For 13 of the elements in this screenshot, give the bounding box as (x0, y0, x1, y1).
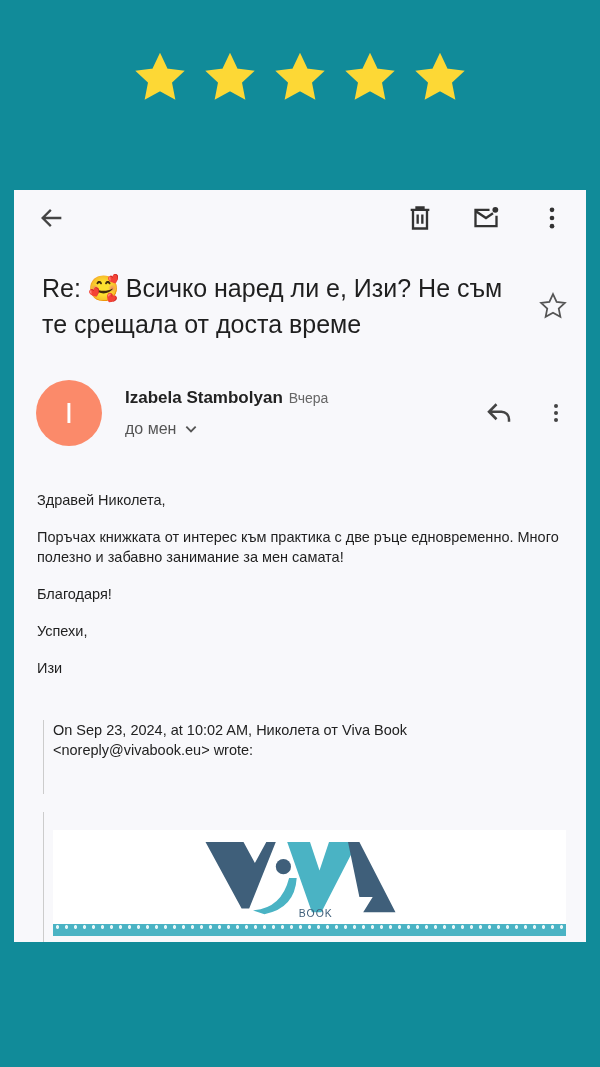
body-paragraph: Поръчах книжката от интерес към практика с две ръце едновременно. Много полезно и забавно занимание за мен самата! (37, 528, 560, 567)
avatar: I (36, 380, 102, 446)
body-paragraph: Изи (37, 659, 64, 678)
body-paragraph: Благодаря! (37, 585, 113, 604)
sent-time: Вчера (288, 390, 329, 406)
quote-header: On Sep 23, 2024, at 10:02 AM, Николета от Viva Book <noreply@vivabook.eu> wrote: (53, 721, 409, 760)
body-paragraph: Здравей Николета, (37, 491, 167, 510)
recipient-label: до мен (125, 420, 177, 438)
sender-name: Izabela Stambolyan (125, 388, 283, 408)
email-subject: Re: 🥰 Всичко наред ли е, Изи? Не съм те срещала от доста време (42, 273, 504, 340)
body-paragraph: Успехи, (37, 622, 89, 641)
logo: BOOK (204, 842, 415, 918)
star-icon[interactable] (538, 291, 568, 321)
